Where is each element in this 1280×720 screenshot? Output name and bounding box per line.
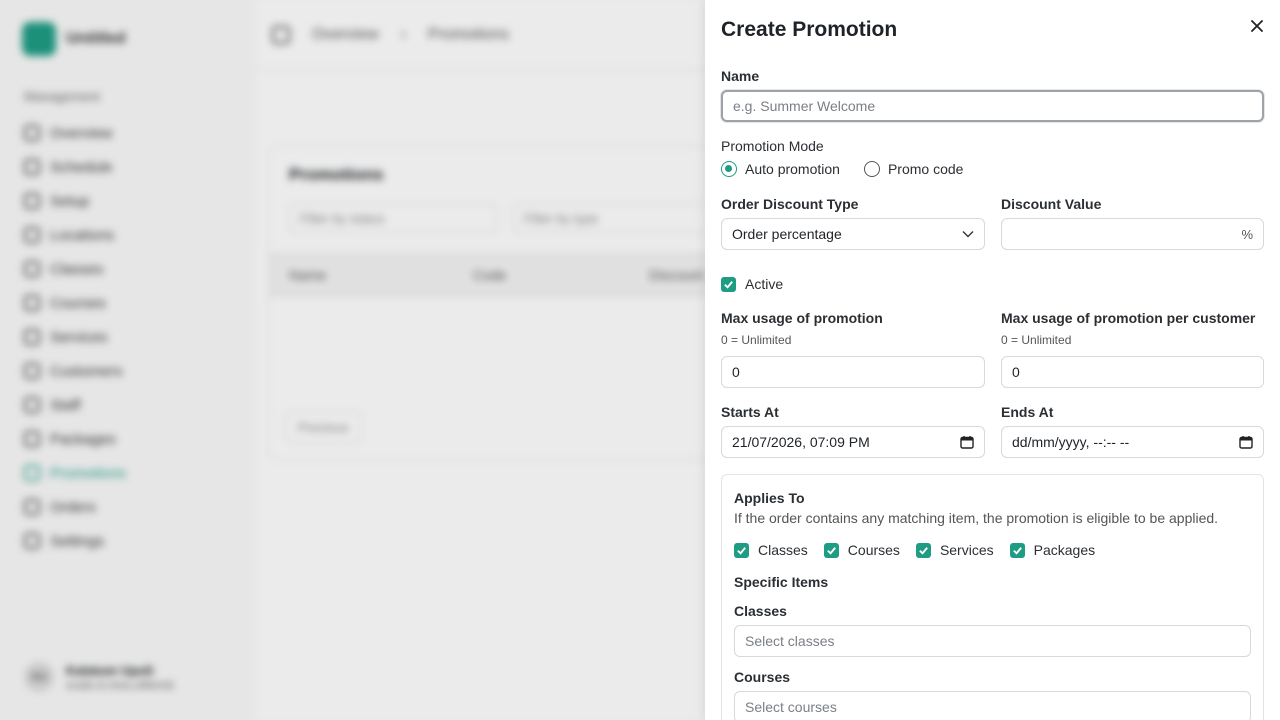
classes-select-label: Classes bbox=[734, 603, 787, 619]
name-label: Name bbox=[721, 68, 760, 84]
courses-select[interactable]: Select courses bbox=[734, 691, 1251, 720]
promo-code-radio[interactable] bbox=[863, 161, 880, 177]
classes-select-placeholder: Select classes bbox=[745, 633, 835, 649]
max-usage-input[interactable]: 0 bbox=[721, 356, 985, 388]
max-usage-label: Max usage of promotion bbox=[721, 310, 883, 326]
create-promotion-drawer: Create Promotion Name e.g. Summer Welcom… bbox=[705, 0, 1280, 720]
check-icon bbox=[827, 546, 836, 555]
max-usage-customer-input[interactable]: 0 bbox=[1001, 356, 1264, 388]
promotion-mode-label: Promotion Mode bbox=[721, 138, 824, 154]
active-checkbox-row[interactable]: Active bbox=[721, 276, 783, 292]
max-usage-hint: 0 = Unlimited bbox=[721, 333, 792, 347]
max-usage-customer-value: 0 bbox=[1012, 364, 1020, 380]
discount-type-label: Order Discount Type bbox=[721, 196, 859, 212]
applies-to-description: If the order contains any matching item,… bbox=[734, 510, 1219, 526]
ends-at-label: Ends At bbox=[1001, 404, 1054, 420]
starts-at-label: Starts At bbox=[721, 404, 779, 420]
calendar-icon[interactable] bbox=[960, 435, 974, 449]
applies-to-title: Applies To bbox=[734, 490, 805, 506]
active-label: Active bbox=[745, 276, 784, 292]
promo-code-label[interactable]: Promo code bbox=[888, 161, 963, 177]
specific-items-title: Specific Items bbox=[734, 574, 829, 590]
check-icon bbox=[919, 546, 928, 555]
close-icon bbox=[1251, 20, 1263, 32]
check-icon bbox=[737, 546, 746, 555]
check-icon bbox=[724, 280, 733, 289]
discount-value-label: Discount Value bbox=[1001, 196, 1102, 212]
check-icon bbox=[1012, 546, 1022, 555]
auto-promotion-label[interactable]: Auto promotion bbox=[745, 161, 840, 177]
promotion-mode-group: Auto promotion Promo code bbox=[721, 161, 963, 177]
close-button[interactable] bbox=[1245, 14, 1269, 38]
courses-select-placeholder: Select courses bbox=[745, 699, 837, 715]
discount-type-value: Order percentage bbox=[732, 226, 842, 242]
classes-checkbox-label[interactable]: Classes bbox=[758, 542, 808, 558]
starts-at-input[interactable]: 21/07/2026, 07:09 PM bbox=[721, 426, 985, 458]
name-input[interactable]: e.g. Summer Welcome bbox=[721, 90, 1264, 122]
name-placeholder: e.g. Summer Welcome bbox=[733, 98, 876, 114]
drawer-title: Create Promotion bbox=[721, 18, 898, 41]
applies-to-section: Applies To If the order contains any mat… bbox=[721, 474, 1264, 720]
packages-checkbox-label[interactable]: Packages bbox=[1034, 542, 1095, 558]
services-checkbox[interactable] bbox=[915, 542, 931, 558]
chevron-down-icon bbox=[962, 231, 974, 238]
ends-at-input[interactable]: dd/mm/yyyy, --:-- -- bbox=[1001, 426, 1264, 458]
auto-promotion-radio[interactable] bbox=[721, 161, 737, 177]
courses-checkbox[interactable] bbox=[823, 542, 839, 558]
courses-checkbox-label[interactable]: Courses bbox=[848, 542, 900, 558]
max-usage-value: 0 bbox=[732, 364, 740, 380]
percent-unit: % bbox=[1241, 226, 1253, 242]
ends-at-value: dd/mm/yyyy, --:-- -- bbox=[1012, 434, 1130, 450]
max-usage-customer-hint: 0 = Unlimited bbox=[1001, 333, 1072, 347]
classes-select[interactable]: Select classes bbox=[734, 625, 1251, 657]
discount-type-select[interactable]: Order percentage bbox=[721, 218, 985, 250]
active-checkbox[interactable] bbox=[721, 276, 736, 292]
discount-value-input[interactable]: % bbox=[1001, 218, 1264, 250]
starts-at-value: 21/07/2026, 07:09 PM bbox=[732, 434, 870, 450]
type-checkbox-row: Classes Courses Services Packages bbox=[734, 542, 1095, 558]
calendar-icon[interactable] bbox=[1239, 435, 1253, 449]
services-checkbox-label[interactable]: Services bbox=[940, 542, 994, 558]
packages-checkbox[interactable] bbox=[1009, 542, 1025, 558]
max-usage-customer-label: Max usage of promotion per customer bbox=[1001, 310, 1256, 326]
classes-checkbox[interactable] bbox=[734, 542, 749, 558]
courses-select-label: Courses bbox=[734, 669, 791, 685]
